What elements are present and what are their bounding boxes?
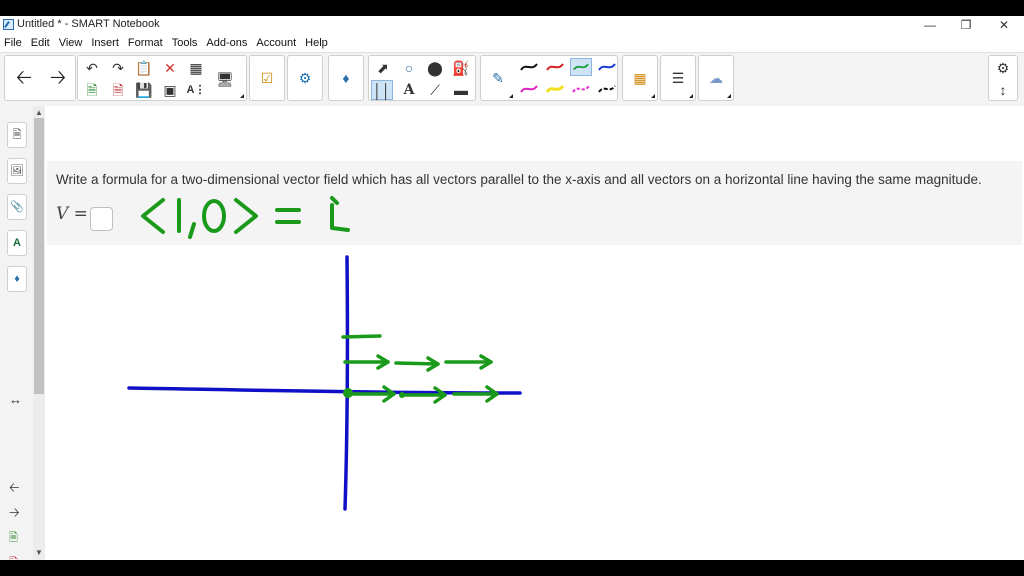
dropdown-corner-icon	[727, 94, 731, 98]
fill-icon[interactable]: ⛽	[450, 58, 472, 78]
delete-icon[interactable]: ✕	[159, 58, 181, 78]
eraser-fill-icon[interactable]: ⬤	[424, 58, 446, 78]
window-title: Untitled * - SMART Notebook	[17, 18, 160, 30]
menu-help[interactable]: Help	[301, 35, 333, 51]
pen-color-pink-dotted[interactable]	[570, 80, 592, 98]
title-bar: Untitled * - SMART Notebook — ❐ ✕	[0, 16, 1024, 34]
coordinate-axes	[127, 255, 522, 511]
shapes-icon[interactable]: ○	[398, 58, 420, 78]
gallery-icon[interactable]: 🖼	[7, 158, 27, 184]
add-page-icon[interactable]: 🗎	[9, 529, 18, 548]
fill-effects-icon[interactable]: ☁	[705, 68, 727, 88]
redo-icon[interactable]: ↷	[107, 58, 129, 78]
save-icon[interactable]: 💾	[133, 80, 155, 100]
settings-icon[interactable]: ⚙	[992, 58, 1014, 78]
add-ons-group: ⚙	[287, 55, 323, 101]
pens-group: ✎	[480, 55, 618, 101]
minimize-button[interactable]: —	[911, 16, 949, 34]
response-group: ☑	[249, 55, 285, 101]
attachments-icon[interactable]: 📎	[7, 194, 27, 220]
menu-add-ons[interactable]: Add-ons	[202, 35, 252, 51]
scroll-thumb[interactable]	[34, 118, 44, 394]
pen-color-magenta[interactable]	[518, 80, 540, 98]
remove-page-icon[interactable]: 🗎	[107, 80, 129, 100]
shape-tool-group: ♦	[328, 55, 364, 101]
line-icon[interactable]: ⟋	[424, 80, 446, 100]
table-icon[interactable]: ▦	[185, 58, 207, 78]
resize-icon[interactable]: ↔	[9, 392, 22, 407]
screen-shade-icon[interactable]: ▣	[159, 80, 181, 100]
handwritten-ink	[127, 196, 522, 511]
origin-dot	[343, 388, 353, 398]
restore-button[interactable]: ❐	[947, 16, 985, 34]
text-recognition-icon[interactable]: A⋮	[185, 80, 207, 100]
app-window: Untitled * - SMART Notebook — ❐ ✕ File E…	[0, 16, 1024, 569]
properties-icon[interactable]: ││	[371, 80, 393, 100]
menu-view[interactable]: View	[55, 35, 88, 51]
shape-tool-icon[interactable]: ♦	[335, 68, 357, 88]
menu-edit[interactable]: Edit	[27, 35, 55, 51]
undo-icon[interactable]: ↶	[81, 58, 103, 78]
menu-format[interactable]: Format	[124, 35, 168, 51]
scroll-down-icon[interactable]: ▼	[35, 548, 43, 557]
tools-group: ⬈ ○ ⬤ ⛽ ││ A ⟋ ▬	[368, 55, 476, 101]
dropdown-corner-icon	[509, 94, 513, 98]
vertical-scrollbar[interactable]: ▲ ▼	[33, 106, 45, 560]
back-arrow-icon[interactable]: 🡠	[9, 56, 39, 100]
menu-account[interactable]: Account	[252, 35, 301, 51]
menu-file[interactable]: File	[0, 35, 27, 51]
move-toolbar-icon[interactable]: ↕	[992, 80, 1014, 100]
dropdown-corner-icon	[651, 94, 655, 98]
navigation-group: 🡠 🡢	[4, 55, 76, 101]
eraser-icon[interactable]: ▬	[450, 80, 472, 100]
pen-color-black-dashed[interactable]	[596, 80, 618, 98]
color-palette-icon[interactable]: ▦	[629, 68, 651, 88]
scroll-up-icon[interactable]: ▲	[35, 108, 43, 117]
pen-color-blue[interactable]	[596, 58, 618, 76]
next-page-icon[interactable]: 🡢	[9, 504, 20, 526]
forward-arrow-icon[interactable]: 🡢	[43, 56, 73, 100]
menu-bar: File Edit View Insert Format Tools Add-o…	[0, 35, 333, 51]
response-icon[interactable]: ☑	[256, 68, 278, 88]
notebook-app-icon	[3, 19, 14, 30]
screen-top-edge	[0, 0, 1024, 16]
paste-icon[interactable]: 📋	[133, 58, 155, 78]
notebook-page-canvas[interactable]: Write a formula for a two-dimensional ve…	[45, 106, 1024, 560]
pen-color-black[interactable]	[518, 58, 540, 76]
page-sorter-icon[interactable]: 🗎	[7, 122, 27, 148]
dropdown-corner-icon	[240, 94, 244, 98]
text-icon[interactable]: A	[398, 80, 420, 100]
line-style-group: ☰	[660, 55, 696, 101]
line-style-icon[interactable]: ☰	[667, 68, 689, 88]
main-toolbar: 🡠 🡢 ↶ ↷ 📋 ✕ ▦ 🗎 🗎 💾 ▣ A⋮ 🖥 ☑ ⚙ ♦ ⬈ ○ ⬤ ⛽…	[0, 52, 1024, 108]
menu-tools[interactable]: Tools	[168, 35, 203, 51]
previous-page-icon[interactable]: 🡠	[9, 479, 20, 501]
handwritten-answer	[141, 196, 350, 239]
pen-icon[interactable]: ✎	[487, 68, 509, 88]
screen-bottom-edge	[0, 560, 1024, 576]
menu-insert[interactable]: Insert	[87, 35, 124, 51]
dropdown-corner-icon	[689, 94, 693, 98]
add-ons-icon[interactable]: ♦	[7, 266, 27, 292]
toolbar-settings-group: ⚙ ↕	[988, 55, 1018, 101]
close-button[interactable]: ✕	[985, 16, 1023, 34]
add-page-icon[interactable]: 🗎	[81, 80, 103, 100]
fill-effects-group: ☁	[698, 55, 734, 101]
pen-color-green[interactable]	[570, 58, 592, 76]
select-icon[interactable]: ⬈	[372, 58, 394, 78]
add-ons-icon[interactable]: ⚙	[294, 68, 316, 88]
color-group: ▦	[622, 55, 658, 101]
edit-group: ↶ ↷ 📋 ✕ ▦ 🗎 🗎 💾 ▣ A⋮ 🖥	[77, 55, 247, 101]
pen-color-red[interactable]	[544, 58, 566, 76]
highlighter-yellow[interactable]	[544, 80, 566, 98]
side-tabs: 🗎 🖼 📎 A ♦ ↔ 🡠 🡢 🗎 🗎	[0, 106, 33, 569]
properties-icon[interactable]: A	[7, 230, 27, 256]
display-icon[interactable]: 🖥	[214, 69, 236, 89]
vector-dot	[399, 392, 405, 398]
